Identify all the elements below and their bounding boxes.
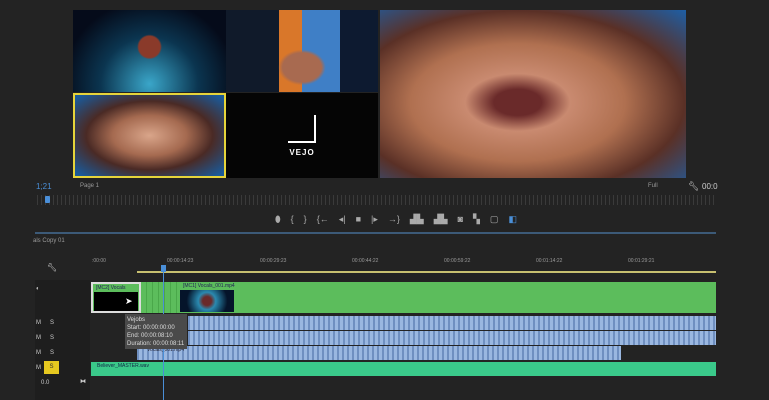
vejo-logo-icon (288, 115, 316, 143)
short-clips[interactable] (141, 282, 179, 313)
multicam-angle-1[interactable] (73, 10, 226, 92)
marker-icon[interactable]: ⬮ (275, 214, 281, 225)
ruler-label: 00:00:14:23 (167, 258, 194, 264)
safe-margins-icon[interactable]: ▢ (490, 214, 499, 225)
v1-toggle-icon[interactable]: ◐ (36, 286, 40, 292)
ruler-label: 00:01:14:22 (536, 258, 563, 264)
multicam-angle-4[interactable]: VEJO (226, 93, 378, 178)
ruler-label: 00:00:29:23 (260, 258, 287, 264)
a3-mute[interactable]: M (36, 350, 41, 356)
a4-solo-active[interactable]: S (44, 361, 59, 374)
logo-text: VEJO (289, 148, 315, 157)
clip-label: Believer_MASTER.wav (97, 363, 149, 369)
ruler-label: 00:01:29:21 (628, 258, 655, 264)
multicam-icon[interactable]: ▚ (473, 214, 480, 225)
multicam-angle-2[interactable] (226, 10, 378, 92)
clip-label: [MC2] Vocals (96, 285, 126, 291)
mark-out-icon[interactable]: } (304, 214, 307, 225)
timeline-settings-wrench-icon[interactable]: 🔧︎ (47, 263, 57, 272)
duration-timecode: 00:0 (702, 182, 718, 191)
clip-label: [MC1] Vocals_001.mp4 (183, 283, 235, 289)
tooltip-name: Vejobs (127, 317, 146, 323)
a4-mute[interactable]: M (36, 365, 41, 371)
extract-icon[interactable]: ▟▙ (434, 214, 448, 225)
page-select[interactable]: Page 1 (80, 183, 99, 189)
tooltip-duration: Duration: 00:00:08:11 (127, 341, 185, 347)
a2-mute[interactable]: M (36, 335, 41, 341)
a3-audio-clip[interactable]: Vocals_001.mp4 (137, 346, 621, 360)
mouse-cursor-icon: ➤ (125, 296, 133, 306)
clip-thumbnail (180, 290, 234, 312)
a4-audio-clip[interactable]: Believer_MASTER.wav (91, 362, 716, 376)
clip-tooltip: Vejobs Start: 00:00:00:00 End: 00:00:08:… (125, 314, 187, 349)
zoom-select[interactable]: Full (648, 183, 658, 189)
compare-icon[interactable]: ◧ (508, 214, 517, 225)
tooltip-start: Start: 00:00:00:00 (127, 325, 175, 331)
a2-audio-clip[interactable] (188, 331, 716, 345)
go-to-out-icon[interactable]: →} (388, 214, 400, 225)
panel-divider (35, 232, 716, 234)
stop-icon[interactable]: ■ (356, 214, 361, 225)
fit-icon[interactable]: ⧓ (80, 378, 86, 385)
clip-mc1-vocals[interactable]: [MC1] Vocals_001.mp4 (180, 282, 300, 313)
step-forward-icon[interactable]: |▸ (371, 214, 378, 225)
multicam-angle-3-selected[interactable] (73, 93, 226, 178)
a2-solo[interactable]: S (50, 335, 54, 341)
work-area-bar[interactable] (137, 271, 716, 273)
sequence-tab[interactable]: als Copy 01 (33, 238, 65, 244)
mark-in-icon[interactable]: { (291, 214, 294, 225)
program-playhead[interactable] (45, 196, 50, 203)
playhead-timecode[interactable]: 1;21 (36, 182, 52, 191)
go-to-in-icon[interactable]: {← (317, 214, 329, 225)
ruler-label: 00:00:59:22 (444, 258, 471, 264)
lift-icon[interactable]: ▟▙ (410, 214, 424, 225)
program-scrubber[interactable] (37, 195, 716, 205)
a3-solo[interactable]: S (50, 350, 54, 356)
tooltip-end: End: 00:00:08:10 (127, 333, 173, 339)
a1-mute[interactable]: M (36, 320, 41, 326)
ruler-label: :00:00 (92, 258, 106, 264)
ruler-label: 00:00:44:22 (352, 258, 379, 264)
master-volume[interactable]: 0.0 (41, 380, 49, 386)
wrench-icon[interactable]: 🔧︎ (688, 181, 699, 192)
a1-solo[interactable]: S (50, 320, 54, 326)
camera-icon[interactable]: ◙ (458, 214, 463, 225)
step-back-icon[interactable]: ◂| (339, 214, 346, 225)
a1-audio-clip[interactable] (188, 316, 716, 330)
program-monitor-output (380, 10, 686, 178)
transport-controls: ⬮ { } {← ◂| ■ |▸ →} ▟▙ ▟▙ ◙ ▚ ▢ ◧ (275, 214, 517, 225)
clip-mc2-vocals[interactable]: [MC2] Vocals (91, 282, 141, 313)
